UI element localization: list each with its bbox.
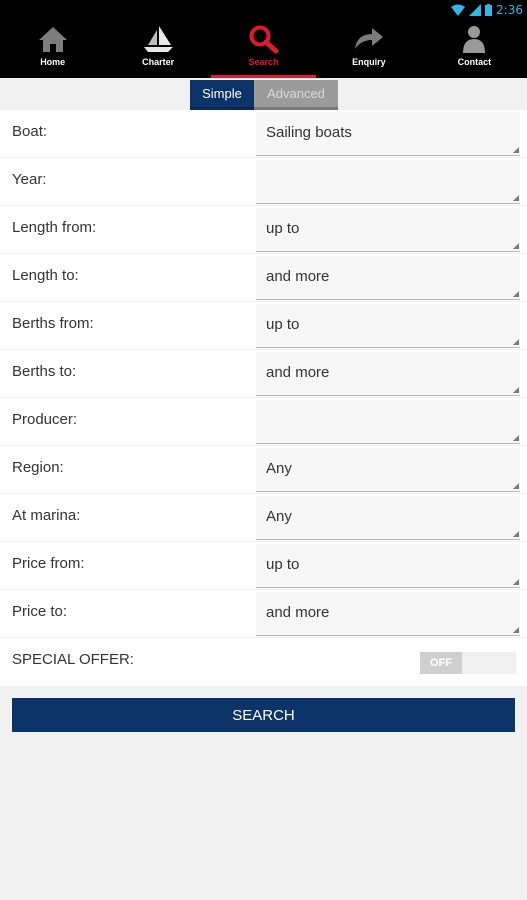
length-from-select[interactable]: up to — [256, 208, 520, 252]
form-row-berths-to: Berths to: and more — [0, 350, 527, 398]
length-to-value: and more — [266, 268, 330, 285]
dropdown-corner-icon — [513, 435, 519, 441]
berths-to-value: and more — [266, 364, 330, 381]
tab-advanced[interactable]: Advanced — [254, 80, 338, 110]
nav-enquiry-label: Enquiry — [352, 57, 386, 67]
length-from-value: up to — [266, 220, 300, 237]
dropdown-corner-icon — [513, 627, 519, 633]
boat-select[interactable]: Sailing boats — [256, 112, 520, 156]
search-icon — [247, 24, 281, 54]
length-from-label: Length from: — [12, 219, 97, 236]
form-row-length-from: Length from: up to — [0, 206, 527, 254]
nav-home[interactable]: Home — [0, 20, 105, 78]
nav-search-label: Search — [248, 57, 279, 67]
berths-to-select[interactable]: and more — [256, 352, 520, 396]
year-select[interactable] — [256, 160, 520, 204]
dropdown-corner-icon — [513, 531, 519, 537]
price-from-value: up to — [266, 556, 300, 573]
nav-charter[interactable]: Charter — [105, 20, 210, 78]
status-bar: 2:36 — [0, 0, 527, 20]
special-offer-toggle[interactable]: OFF — [420, 652, 516, 674]
sailboat-icon — [141, 24, 175, 54]
length-to-label: Length to: — [12, 267, 79, 284]
form-row-boat: Boat: Sailing boats — [0, 110, 527, 158]
dropdown-corner-icon — [513, 147, 519, 153]
region-select[interactable]: Any — [256, 448, 520, 492]
price-from-select[interactable]: up to — [256, 544, 520, 588]
nav-contact-label: Contact — [457, 57, 492, 67]
year-label: Year: — [12, 171, 47, 188]
length-to-select[interactable]: and more — [256, 256, 520, 300]
battery-icon — [485, 4, 493, 16]
dropdown-corner-icon — [513, 483, 519, 489]
boat-value: Sailing boats — [266, 124, 352, 141]
form-row-price-from: Price from: up to — [0, 542, 527, 590]
toggle-off-knob: OFF — [420, 652, 462, 674]
nav-home-label: Home — [40, 57, 66, 67]
region-label: Region: — [12, 459, 64, 476]
nav-search[interactable]: Search — [210, 20, 317, 78]
search-mode-switch: Simple Advanced — [190, 80, 338, 110]
producer-label: Producer: — [12, 411, 78, 428]
nav-charter-label: Charter — [142, 57, 175, 67]
form-row-year: Year: — [0, 158, 527, 206]
form-row-marina: At marina: Any — [0, 494, 527, 542]
home-icon — [36, 24, 70, 54]
price-to-label: Price to: — [12, 603, 68, 620]
producer-select[interactable] — [256, 400, 520, 444]
nav-enquiry[interactable]: Enquiry — [316, 20, 421, 78]
special-offer-label: SPECIAL OFFER: — [12, 651, 134, 668]
form-row-length-to: Length to: and more — [0, 254, 527, 302]
berths-to-label: Berths to: — [12, 363, 77, 380]
signal-icon — [469, 4, 482, 16]
price-from-label: Price from: — [12, 555, 85, 572]
share-arrow-icon — [352, 24, 386, 54]
dropdown-corner-icon — [513, 387, 519, 393]
marina-select[interactable]: Any — [256, 496, 520, 540]
region-value: Any — [266, 460, 292, 477]
berths-from-value: up to — [266, 316, 300, 333]
nav-contact[interactable]: Contact — [422, 20, 527, 78]
form-row-producer: Producer: — [0, 398, 527, 446]
person-icon — [457, 24, 491, 54]
price-to-value: and more — [266, 604, 330, 621]
dropdown-corner-icon — [513, 243, 519, 249]
marina-value: Any — [266, 508, 292, 525]
dropdown-corner-icon — [513, 195, 519, 201]
search-form: Boat: Sailing boats Year: Length from: u… — [0, 110, 527, 686]
tab-simple[interactable]: Simple — [190, 80, 254, 110]
top-navigation: Home Charter Search Enquiry Contact — [0, 20, 527, 78]
status-icons: 2:36 — [451, 2, 523, 18]
marina-label: At marina: — [12, 507, 81, 524]
form-row-price-to: Price to: and more — [0, 590, 527, 638]
berths-from-select[interactable]: up to — [256, 304, 520, 348]
clock: 2:36 — [496, 3, 523, 17]
price-to-select[interactable]: and more — [256, 592, 520, 636]
form-row-berths-from: Berths from: up to — [0, 302, 527, 350]
boat-label: Boat: — [12, 123, 48, 140]
dropdown-corner-icon — [513, 579, 519, 585]
wifi-icon — [451, 4, 466, 16]
dropdown-corner-icon — [513, 339, 519, 345]
dropdown-corner-icon — [513, 291, 519, 297]
form-row-region: Region: Any — [0, 446, 527, 494]
berths-from-label: Berths from: — [12, 315, 94, 332]
search-button[interactable]: SEARCH — [12, 698, 515, 732]
